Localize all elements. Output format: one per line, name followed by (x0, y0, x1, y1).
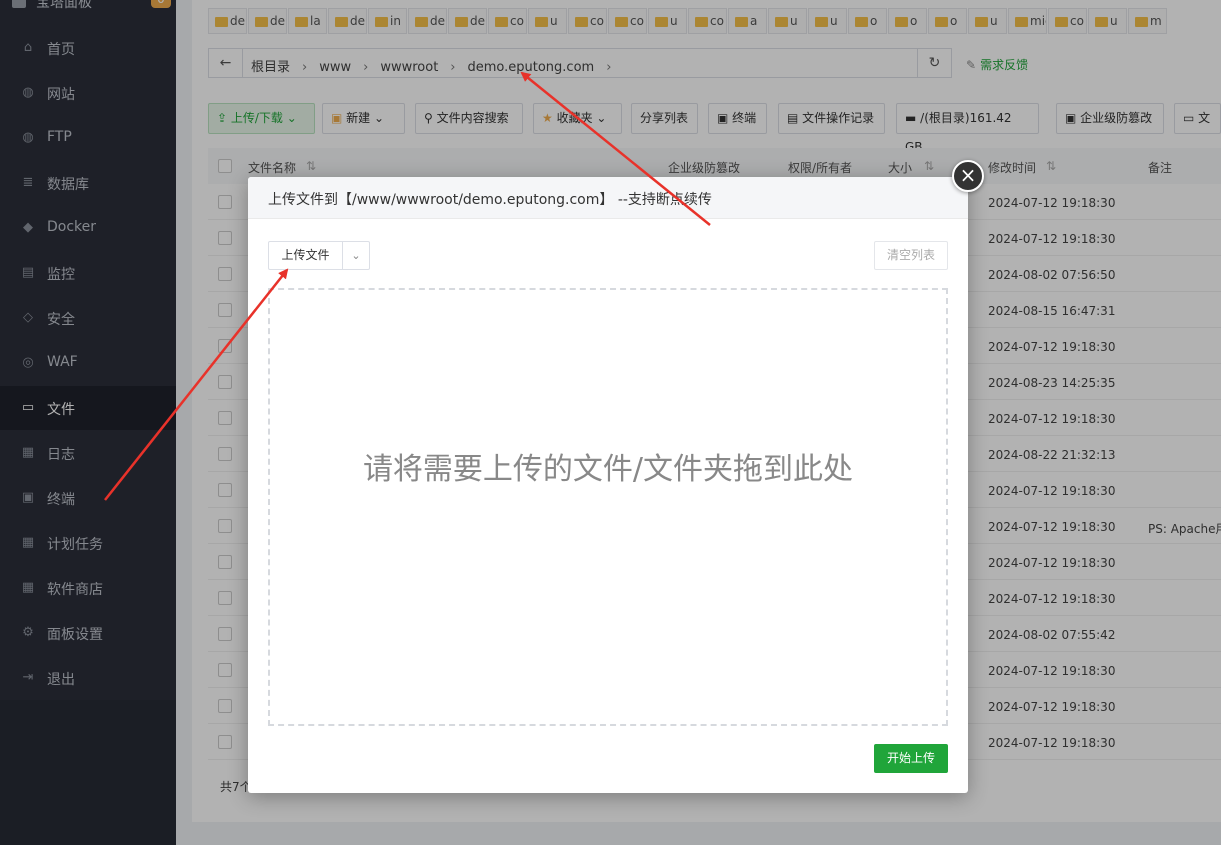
drop-zone[interactable]: 请将需要上传的文件/文件夹拖到此处 (268, 288, 948, 726)
upload-file-button[interactable]: 上传文件 (269, 242, 343, 269)
upload-dialog: 上传文件到【/www/wwwroot/demo.eputong.com】 --支… (248, 177, 968, 793)
start-upload-button[interactable]: 开始上传 (874, 744, 948, 773)
upload-dialog-title: 上传文件到【/www/wwwroot/demo.eputong.com】 --支… (268, 192, 712, 208)
clear-list-button[interactable]: 清空列表 (874, 241, 948, 270)
upload-file-split-button: 上传文件 ⌄ (268, 241, 370, 270)
drop-zone-hint: 请将需要上传的文件/文件夹拖到此处 (362, 452, 854, 487)
close-icon[interactable]: × (952, 160, 984, 192)
upload-dialog-header: 上传文件到【/www/wwwroot/demo.eputong.com】 --支… (248, 177, 968, 219)
chevron-down-icon[interactable]: ⌄ (343, 242, 369, 269)
